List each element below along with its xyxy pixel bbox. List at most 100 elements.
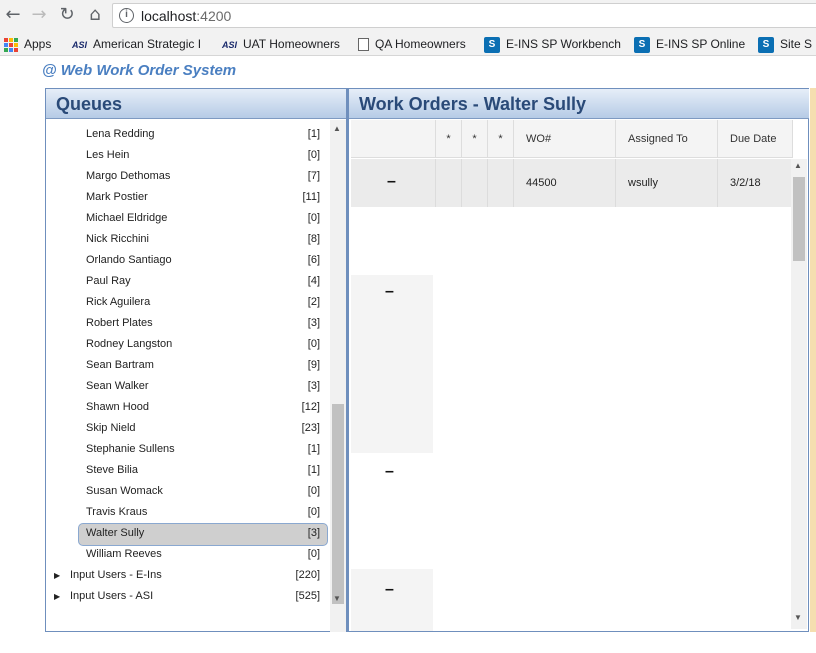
queue-item[interactable]: Shawn Hood [12] [46,397,330,418]
bookmark-apps[interactable]: Apps [4,36,51,52]
bookmark-american-strategic[interactable]: ASI American Strategic I [72,36,201,52]
queue-count: [1] [307,464,320,476]
column-header-wo-number[interactable]: WO# [513,120,615,158]
queue-name: Lena Redding [86,128,155,140]
column-header-star-1[interactable]: * [435,120,461,158]
queue-count: [0] [307,338,320,350]
queue-count: [1] [307,443,320,455]
address-bar[interactable]: i localhost:4200 [112,3,816,28]
collapse-toggle[interactable]: – [385,581,394,599]
sharepoint-icon: S [758,36,774,53]
queue-name: Les Hein [86,149,130,161]
queue-item[interactable]: Michael Eldridge [0] [46,208,330,229]
queue-count: [0] [307,149,320,161]
work-orders-scrollbar[interactable]: ▲ ▼ [791,159,807,629]
table-cell-star-1 [435,159,461,207]
queue-group[interactable]: ▶ Input Users - ASI [525] [46,586,330,607]
queue-name: Michael Eldridge [86,212,168,224]
queue-count: [7] [307,170,320,182]
scrollbar-thumb[interactable] [332,404,344,604]
arrow-left-icon[interactable]: ← [2,4,24,26]
queue-name: Skip Nield [86,422,136,434]
column-header-due-date[interactable]: Due Date [717,120,793,158]
queue-item[interactable]: Mark Postier [11] [46,187,330,208]
queue-item[interactable]: Paul Ray [4] [46,271,330,292]
queue-count: [6] [307,254,320,266]
browser-toolbar: ← → ↻ ⌂ i localhost:4200 [0,0,816,32]
collapse-toggle[interactable]: – [385,463,394,481]
url-text: localhost:4200 [141,8,232,24]
bookmark-site[interactable]: S Site S [758,36,812,53]
detail-block: – [351,569,433,631]
queue-item[interactable]: Sean Bartram [9] [46,355,330,376]
side-strip [810,88,816,632]
queue-name: Orlando Santiago [86,254,172,266]
expand-arrow-icon[interactable]: ▶ [54,586,60,607]
queue-name: Sean Walker [86,380,149,392]
queue-item[interactable]: William Reeves [0] [46,544,330,565]
queue-item[interactable]: Robert Plates [3] [46,313,330,334]
queue-name: Walter Sully [86,527,145,539]
bookmark-eins-sp-online[interactable]: S E-INS SP Online [634,36,745,53]
queue-item[interactable]: Travis Kraus [0] [46,502,330,523]
apps-grid-icon [4,37,18,52]
bookmark-qa-homeowners[interactable]: QA Homeowners [358,36,466,52]
queue-item[interactable]: Rick Aguilera [2] [46,292,330,313]
queue-name: Paul Ray [86,275,131,287]
queue-item[interactable]: Les Hein [0] [46,145,330,166]
queue-item[interactable]: Skip Nield [23] [46,418,330,439]
collapse-toggle[interactable]: – [385,283,394,301]
queue-name: Robert Plates [86,317,153,329]
queue-count: [2] [307,296,320,308]
info-icon[interactable]: i [119,8,134,23]
queue-count: [12] [301,401,320,413]
sharepoint-icon: S [484,36,500,53]
queue-name: Mark Postier [86,191,148,203]
collapse-toggle[interactable]: – [387,173,396,191]
work-orders-panel: Work Orders - Walter Sully * * * WO# Ass… [347,88,809,632]
home-icon[interactable]: ⌂ [84,4,106,26]
queue-item[interactable]: Rodney Langston [0] [46,334,330,355]
queue-item[interactable]: Susan Womack [0] [46,481,330,502]
queue-item[interactable]: Sean Walker [3] [46,376,330,397]
bookmark-eins-sp-workbench[interactable]: S E-INS SP Workbench [484,36,621,53]
queue-count: [0] [307,485,320,497]
queue-name: Susan Womack [86,485,163,497]
table-cell-assigned-to: wsully [615,159,717,207]
scroll-down-icon[interactable]: ▼ [333,594,341,603]
queue-count: [4] [307,275,320,287]
queue-item[interactable]: Steve Bilia [1] [46,460,330,481]
arrow-right-icon[interactable]: → [28,4,50,26]
table-row[interactable]: – 44500 wsully 3/2/18 [351,159,793,207]
queue-name: Margo Dethomas [86,170,171,182]
detail-block: – [351,453,433,569]
scroll-down-icon[interactable]: ▼ [794,613,802,622]
queue-count: [8] [307,233,320,245]
queue-count: [11] [302,191,320,203]
column-header-assigned-to[interactable]: Assigned To [615,120,717,158]
queue-item[interactable]: Nick Ricchini [8] [46,229,330,250]
bookmarks-bar: Apps ASI American Strategic I ASI UAT Home… [0,32,816,56]
queue-scrollbar[interactable]: ▲ ▼ [330,120,346,632]
column-header-star-2[interactable]: * [461,120,487,158]
queue-count: [1] [307,128,320,140]
queue-item-selected[interactable]: Walter Sully [3] [46,523,330,546]
asi-logo-icon: ASI [72,39,88,50]
bookmark-uat-homeowners[interactable]: ASI UAT Homeowners [222,36,340,52]
queue-item[interactable]: Stephanie Sullens [1] [46,439,330,460]
reload-icon[interactable]: ↻ [56,4,78,26]
scroll-up-icon[interactable]: ▲ [333,124,341,133]
table-cell-star-3 [487,159,513,207]
queue-name: Steve Bilia [86,464,138,476]
work-orders-header: Work Orders - Walter Sully [349,89,809,119]
queue-item[interactable]: Margo Dethomas [7] [46,166,330,187]
queue-item[interactable]: Lena Redding [1] [46,124,330,145]
scroll-up-icon[interactable]: ▲ [794,161,802,170]
expand-arrow-icon[interactable]: ▶ [54,565,60,586]
queue-group[interactable]: ▶ Input Users - E-Ins [220] [46,565,330,586]
column-header-star-3[interactable]: * [487,120,513,158]
queue-count: [0] [307,548,320,560]
scrollbar-thumb[interactable] [793,177,805,261]
queue-count: [0] [307,212,320,224]
queue-item[interactable]: Orlando Santiago [6] [46,250,330,271]
